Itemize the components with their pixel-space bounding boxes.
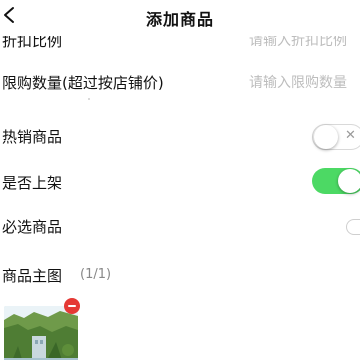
hot-sale-toggle[interactable]: ✕ bbox=[312, 124, 360, 150]
divider-dot bbox=[88, 98, 90, 100]
main-image-count: (1/1) bbox=[80, 267, 112, 282]
required-row: 必选商品 bbox=[0, 204, 360, 248]
purchase-limit-input[interactable]: 请输入限购数量 bbox=[249, 72, 347, 92]
toggle-knob bbox=[314, 125, 338, 149]
remove-image-icon[interactable] bbox=[64, 298, 80, 314]
required-label: 必选商品 bbox=[2, 218, 63, 236]
main-image-title: 商品主图 bbox=[2, 267, 63, 285]
on-shelf-toggle[interactable] bbox=[312, 168, 360, 194]
product-photo-image bbox=[4, 306, 78, 360]
on-shelf-label: 是否上架 bbox=[2, 174, 63, 192]
hot-sale-row: 热销商品 bbox=[0, 114, 360, 158]
add-product-page: 添加商品 折扣比例 请输入折扣比例 限购数量(超过按店铺价) 请输入限购数量 热… bbox=[0, 0, 360, 360]
toggle-knob bbox=[338, 169, 360, 193]
hot-sale-label: 热销商品 bbox=[2, 128, 63, 146]
purchase-limit-label: 限购数量(超过按店铺价) bbox=[2, 74, 164, 92]
toggle-off-mark: ✕ bbox=[345, 128, 356, 143]
product-image-thumbnail[interactable] bbox=[4, 306, 78, 360]
on-shelf-row: 是否上架 bbox=[0, 160, 360, 204]
purchase-limit-row: 限购数量(超过按店铺价) 请输入限购数量 bbox=[0, 60, 360, 104]
header-bar: 添加商品 bbox=[0, 0, 360, 36]
required-toggle[interactable] bbox=[346, 219, 360, 235]
page-title: 添加商品 bbox=[145, 10, 214, 29]
